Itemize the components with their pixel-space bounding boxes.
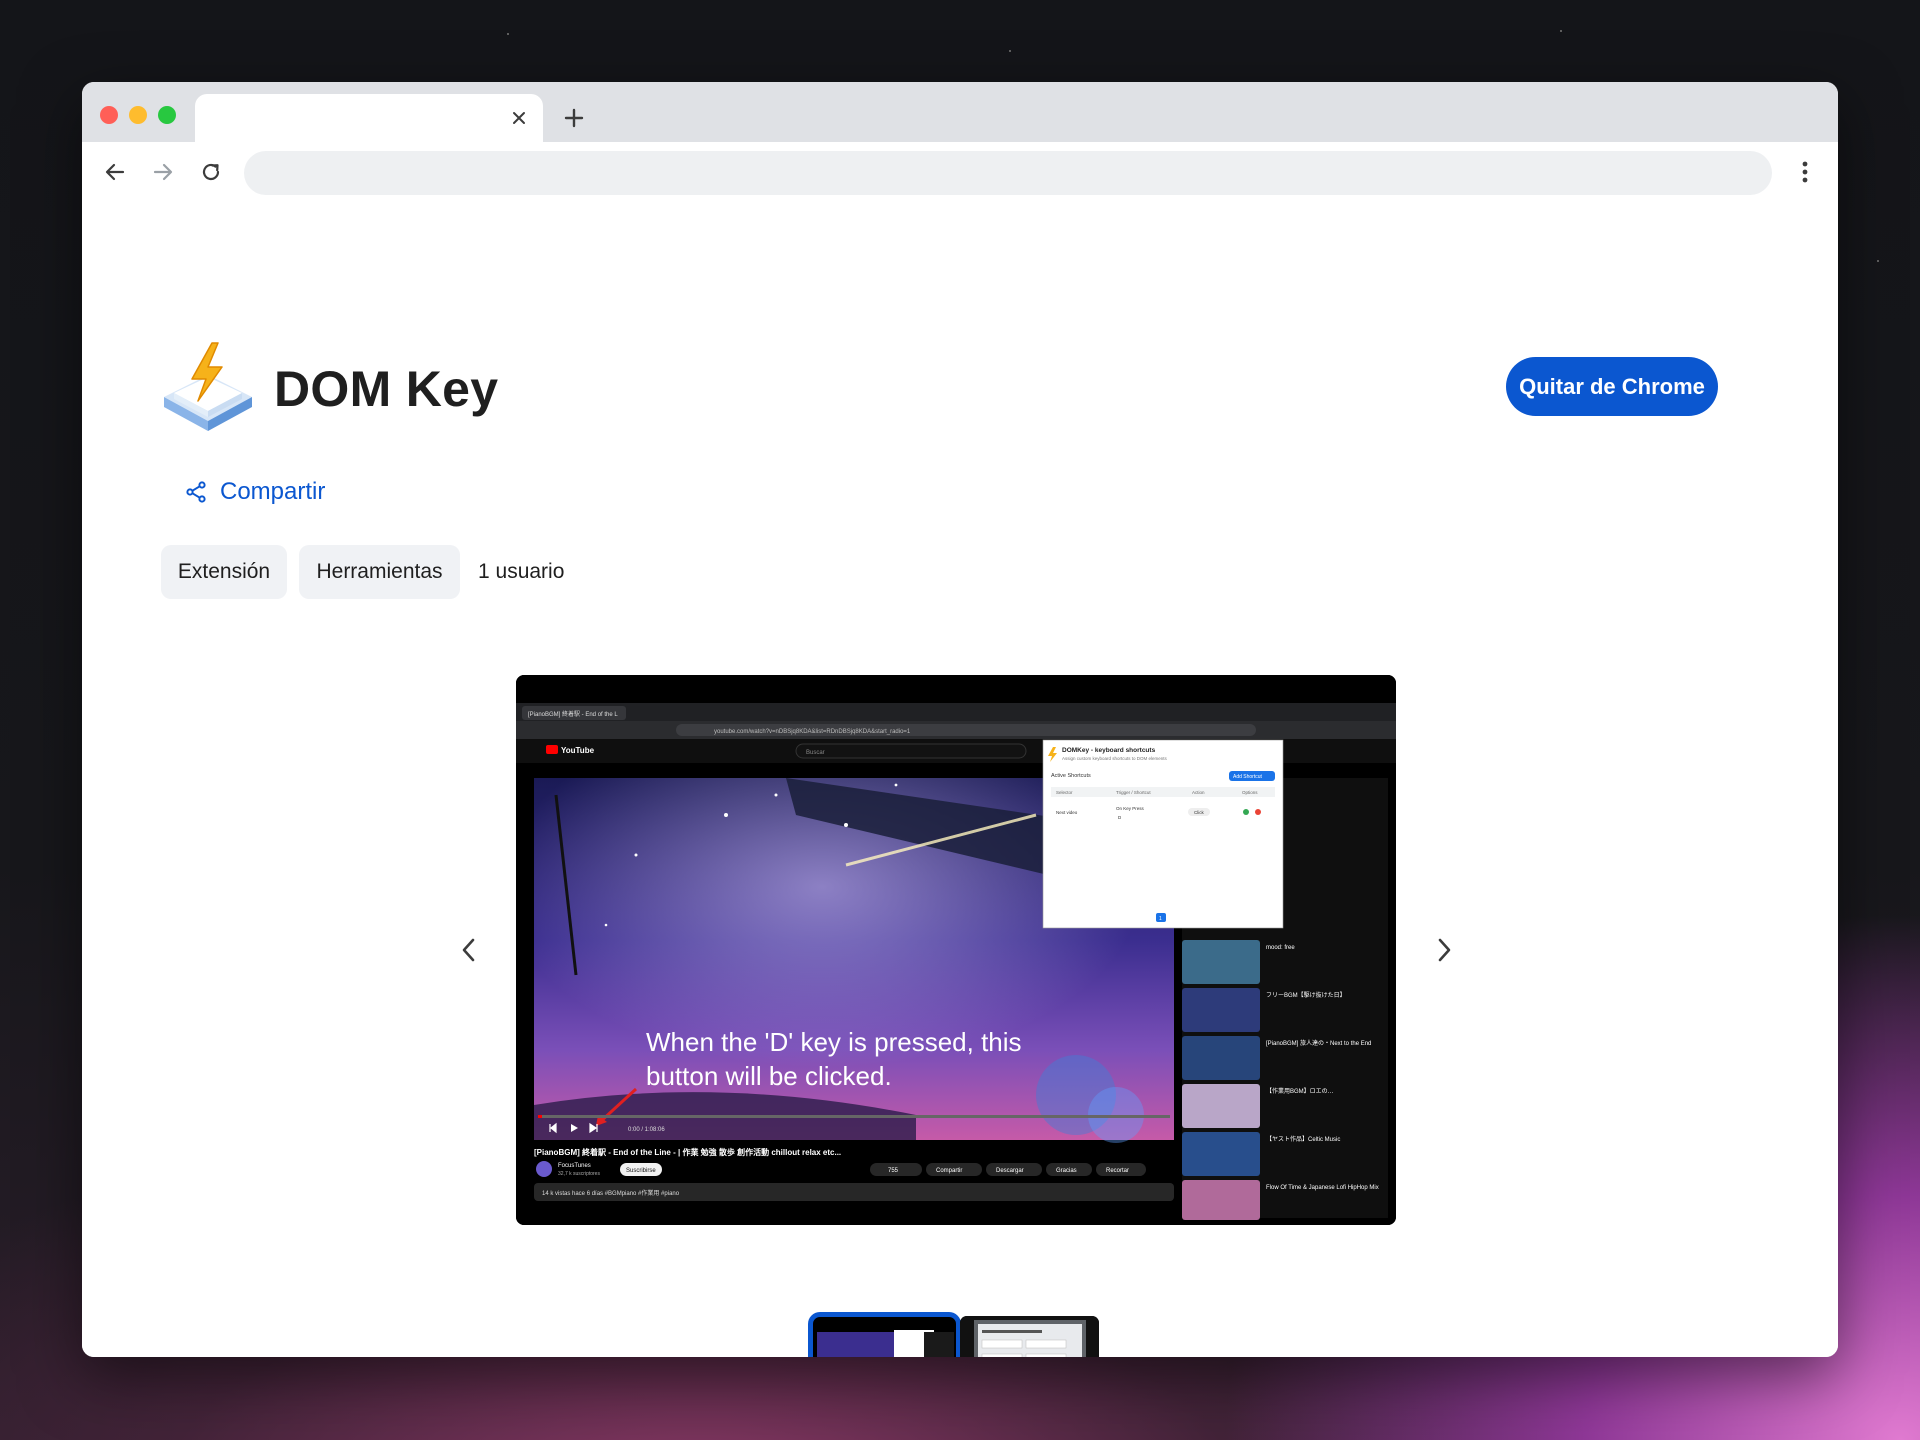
maximize-window-button[interactable] bbox=[158, 106, 176, 124]
shot-time: 0:00 / 1:08:06 bbox=[628, 1127, 665, 1133]
close-window-button[interactable] bbox=[100, 106, 118, 124]
shot-side-item: 【作業用BGM】ロエの… bbox=[1266, 1087, 1334, 1095]
background-star bbox=[507, 33, 509, 35]
arrow-right-icon[interactable] bbox=[146, 155, 180, 189]
shot-video-title: [PianoBGM] 終着駅 - End of the Line - | 作業 … bbox=[534, 1147, 841, 1157]
shot-clip: Recortar bbox=[1106, 1168, 1129, 1174]
shot-tab-title: [PianoBGM] 終着駅 - End of the L bbox=[528, 710, 618, 718]
popup-header-selector: Selector bbox=[1056, 790, 1073, 795]
share-label: Compartir bbox=[220, 478, 326, 505]
overlay-text-line1: When the 'D' key is pressed, this bbox=[646, 1027, 1022, 1057]
shot-search: Buscar bbox=[806, 750, 825, 756]
popup-subtitle: Assign custom keyboard shortcuts to DOM … bbox=[1062, 756, 1168, 761]
shot-subscribers: 32,7 k suscriptores bbox=[558, 1171, 600, 1177]
user-count: 1 usuario bbox=[478, 560, 565, 583]
thumbnail-1[interactable] bbox=[808, 1312, 961, 1357]
kebab-menu-icon[interactable] bbox=[1790, 155, 1820, 189]
tab-strip bbox=[82, 82, 1838, 142]
shot-likes: 755 bbox=[888, 1168, 899, 1174]
remove-from-chrome-button[interactable]: Quitar de Chrome bbox=[1506, 357, 1718, 416]
lightning-key-icon bbox=[160, 339, 256, 435]
shot-side-item: [PianoBGM] 旅人達の・Next to the End bbox=[1266, 1039, 1371, 1047]
browser-window: DOM Key Quitar de Chrome Compartir Exten… bbox=[82, 82, 1838, 1357]
popup-page: 1 bbox=[1159, 916, 1162, 922]
shot-download: Descargar bbox=[996, 1168, 1024, 1174]
close-icon[interactable] bbox=[505, 104, 533, 132]
shot-thanks: Gracias bbox=[1056, 1168, 1077, 1174]
chip-category[interactable]: Herramientas bbox=[299, 545, 460, 599]
background-star bbox=[1560, 30, 1562, 32]
extension-title: DOM Key bbox=[274, 361, 499, 417]
popup-header-trigger: Trigger / Shortcut bbox=[1116, 790, 1151, 795]
popup-header-options: Options bbox=[1242, 790, 1258, 795]
reload-icon[interactable] bbox=[194, 155, 228, 189]
popup-section: Active Shortcuts bbox=[1051, 773, 1091, 779]
overlay-text-line2: button will be clicked. bbox=[646, 1061, 892, 1091]
chevron-right-icon[interactable] bbox=[1424, 930, 1464, 970]
popup-header-action: Action bbox=[1192, 790, 1205, 795]
store-page: DOM Key Quitar de Chrome Compartir Exten… bbox=[82, 202, 1838, 1357]
shot-side-item: フリーBGM【駆け抜けた日】 bbox=[1266, 991, 1346, 999]
shot-stats: 14 k vistas hace 6 días #BGMpiano #作業用 #… bbox=[542, 1189, 680, 1197]
screenshot-main: [PianoBGM] 終着駅 - End of the L youtube.co… bbox=[516, 675, 1396, 1225]
browser-toolbar bbox=[82, 142, 1838, 202]
popup-row-action: Click bbox=[1194, 810, 1204, 815]
address-bar[interactable] bbox=[244, 151, 1772, 195]
shot-channel: FocusTunes bbox=[558, 1163, 591, 1169]
shot-subscribe: Suscribirse bbox=[626, 1168, 656, 1174]
minimize-window-button[interactable] bbox=[129, 106, 147, 124]
popup-row-trigger: On Key Press bbox=[1116, 806, 1145, 811]
browser-tab[interactable] bbox=[195, 94, 543, 142]
background-star bbox=[1877, 260, 1879, 262]
plus-icon[interactable] bbox=[558, 102, 590, 134]
chip-extension[interactable]: Extensión bbox=[161, 545, 287, 599]
popup-row-selector: Next video bbox=[1056, 810, 1078, 815]
popup-title: DOMKey - keyboard shortcuts bbox=[1062, 747, 1156, 754]
shot-side-item: 【ヤスト作品】Celtic Music bbox=[1266, 1135, 1340, 1143]
shot-side-item: mood: free bbox=[1266, 945, 1295, 951]
svg-text:YouTube: YouTube bbox=[561, 746, 595, 755]
arrow-left-icon[interactable] bbox=[98, 155, 132, 189]
shot-url: youtube.com/watch?v=nDBSjq8KDA&list=RDnD… bbox=[714, 729, 911, 735]
thumbnail-2[interactable] bbox=[960, 1316, 1099, 1357]
shot-share: Compartir bbox=[936, 1168, 962, 1174]
share-link[interactable]: Compartir bbox=[184, 472, 325, 512]
chevron-left-icon[interactable] bbox=[449, 930, 489, 970]
share-icon bbox=[186, 481, 206, 503]
shot-side-item: Flow Of Time & Japanese Lofi HipHop Mix bbox=[1266, 1185, 1379, 1191]
popup-add-button: Add Shortcut bbox=[1233, 774, 1263, 780]
background-star bbox=[1009, 50, 1011, 52]
